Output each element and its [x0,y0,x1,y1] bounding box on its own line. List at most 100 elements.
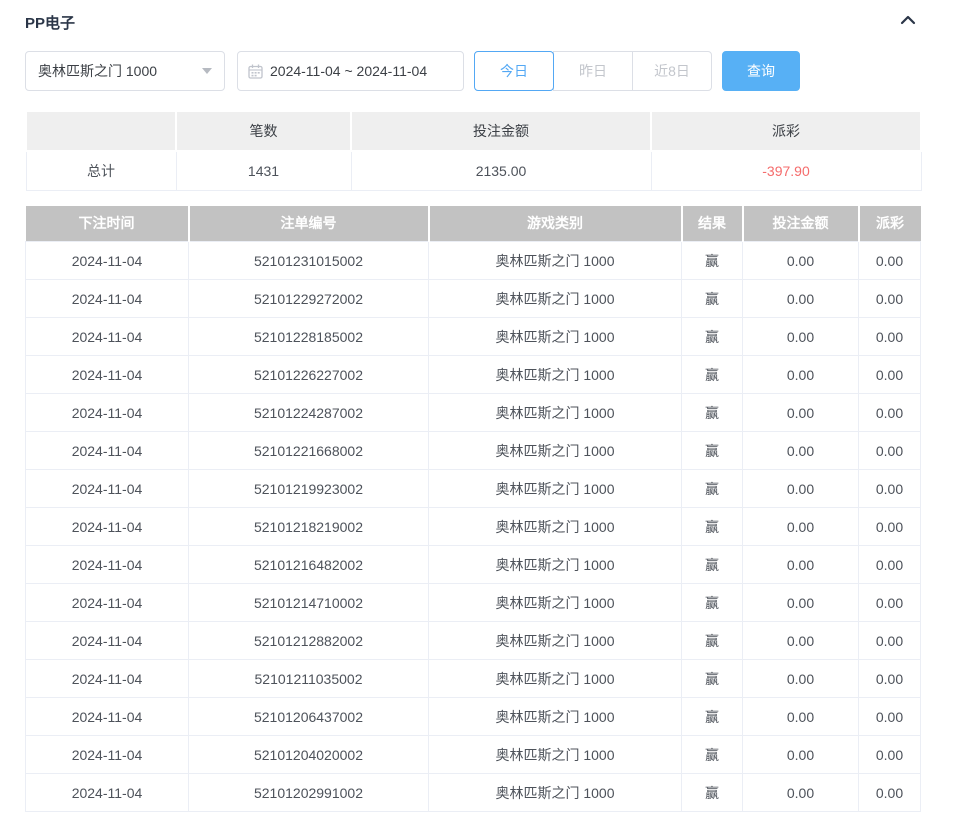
table-row: 2024-11-0452101229272002奥林匹斯之门 1000赢0.00… [26,280,921,318]
records-header-bet-amount: 投注金额 [743,206,859,242]
table-cell: 奥林匹斯之门 1000 [429,280,682,318]
table-cell: 0.00 [743,432,859,470]
table-cell: 2024-11-04 [26,394,189,432]
table-cell: 赢 [682,242,743,280]
date-range-value: 2024-11-04 ~ 2024-11-04 [270,63,427,79]
table-cell: 0.00 [743,774,859,812]
table-cell: 0.00 [859,280,921,318]
table-cell: 2024-11-04 [26,242,189,280]
collapse-button[interactable] [900,13,920,31]
table-cell: 赢 [682,660,743,698]
table-row: 2024-11-0452101216482002奥林匹斯之门 1000赢0.00… [26,546,921,584]
table-cell: 52101216482002 [189,546,429,584]
records-body: 2024-11-0452101231015002奥林匹斯之门 1000赢0.00… [26,242,921,812]
records-header-payout: 派彩 [859,206,921,242]
table-row: 2024-11-0452101211035002奥林匹斯之门 1000赢0.00… [26,660,921,698]
yesterday-button[interactable]: 昨日 [553,51,633,91]
table-row: 2024-11-0452101221668002奥林匹斯之门 1000赢0.00… [26,432,921,470]
table-row: 2024-11-0452101226227002奥林匹斯之门 1000赢0.00… [26,356,921,394]
table-cell: 2024-11-04 [26,774,189,812]
table-cell: 0.00 [743,584,859,622]
table-cell: 奥林匹斯之门 1000 [429,736,682,774]
summary-header-row: 笔数 投注金额 派彩 [26,112,921,151]
table-cell: 0.00 [743,394,859,432]
records-header-row: 下注时间 注单编号 游戏类别 结果 投注金额 派彩 [26,206,921,242]
table-cell: 2024-11-04 [26,280,189,318]
table-cell: 0.00 [859,622,921,660]
table-cell: 奥林匹斯之门 1000 [429,470,682,508]
chevron-up-icon [900,13,916,31]
table-cell: 赢 [682,356,743,394]
summary-header-payout: 派彩 [651,112,921,151]
today-button[interactable]: 今日 [474,51,554,91]
pp-electronic-panel: PP电子 奥林匹斯之门 1000 [25,0,920,812]
table-cell: 奥林匹斯之门 1000 [429,546,682,584]
table-cell: 52101229272002 [189,280,429,318]
records-header-result: 结果 [682,206,743,242]
table-row: 2024-11-0452101219923002奥林匹斯之门 1000赢0.00… [26,470,921,508]
table-cell: 0.00 [859,318,921,356]
table-cell: 52101228185002 [189,318,429,356]
summary-header-count: 笔数 [176,112,351,151]
table-cell: 赢 [682,698,743,736]
table-cell: 0.00 [743,356,859,394]
table-cell: 52101206437002 [189,698,429,736]
last-8-days-button[interactable]: 近8日 [632,51,712,91]
summary-header-empty [26,112,176,151]
summary-total-bet-amount: 2135.00 [351,151,651,190]
summary-total-row: 总计 1431 2135.00 -397.90 [26,151,921,190]
table-cell: 52101212882002 [189,622,429,660]
table-cell: 赢 [682,622,743,660]
table-cell: 52101204020002 [189,736,429,774]
table-cell: 0.00 [859,698,921,736]
summary-total-label: 总计 [26,151,176,190]
table-cell: 奥林匹斯之门 1000 [429,698,682,736]
table-cell: 奥林匹斯之门 1000 [429,318,682,356]
table-cell: 2024-11-04 [26,432,189,470]
table-cell: 52101224287002 [189,394,429,432]
panel-title: PP电子 [25,12,75,33]
table-cell: 奥林匹斯之门 1000 [429,660,682,698]
caret-down-icon [202,68,212,74]
table-cell: 赢 [682,394,743,432]
table-row: 2024-11-0452101202991002奥林匹斯之门 1000赢0.00… [26,774,921,812]
table-cell: 0.00 [743,508,859,546]
records-header-bet-id: 注单编号 [189,206,429,242]
table-cell: 0.00 [743,280,859,318]
summary-header-bet-amount: 投注金额 [351,112,651,151]
table-row: 2024-11-0452101206437002奥林匹斯之门 1000赢 0.00… [26,698,921,736]
game-select-value: 奥林匹斯之门 1000 [38,61,157,81]
table-cell: 52101219923002 [189,470,429,508]
table-cell: 0.00 [743,318,859,356]
table-cell: 0.00 [859,660,921,698]
table-cell: 2024-11-04 [26,698,189,736]
table-cell: 0.00 [859,774,921,812]
summary-total-count: 1431 [176,151,351,190]
table-cell: 奥林匹斯之门 1000 [429,774,682,812]
table-cell: 奥林匹斯之门 1000 [429,508,682,546]
table-cell: 赢 [682,318,743,356]
date-range-picker[interactable]: 2024-11-04 ~ 2024-11-04 [237,51,464,91]
table-cell: 0.00 [859,508,921,546]
table-cell: 52101218219002 [189,508,429,546]
table-cell: 0.00 [743,470,859,508]
game-select[interactable]: 奥林匹斯之门 1000 [25,51,225,91]
table-row: 2024-11-0452101224287002奥林匹斯之门 1000赢0.00… [26,394,921,432]
table-cell: 奥林匹斯之门 1000 [429,622,682,660]
table-cell: 0.00 [743,546,859,584]
calendar-icon [248,64,263,79]
table-cell: 52101231015002 [189,242,429,280]
quick-range-group: 今日 昨日 近8日 [474,51,712,91]
records-table: 下注时间 注单编号 游戏类别 结果 投注金额 派彩 2024-11-045210… [25,206,921,813]
search-button[interactable]: 查询 [722,51,800,91]
table-cell: 52101214710002 [189,584,429,622]
table-cell: 0.00 [859,470,921,508]
summary-table: 笔数 投注金额 派彩 总计 1431 2135.00 -397.90 [25,112,922,191]
table-cell: 2024-11-04 [26,546,189,584]
table-cell: 0.00 [859,584,921,622]
table-cell: 0.00 [859,432,921,470]
table-cell: 0.00 [859,736,921,774]
table-cell: 赢 [682,584,743,622]
panel-header: PP电子 [25,13,920,31]
table-cell: 2024-11-04 [26,356,189,394]
